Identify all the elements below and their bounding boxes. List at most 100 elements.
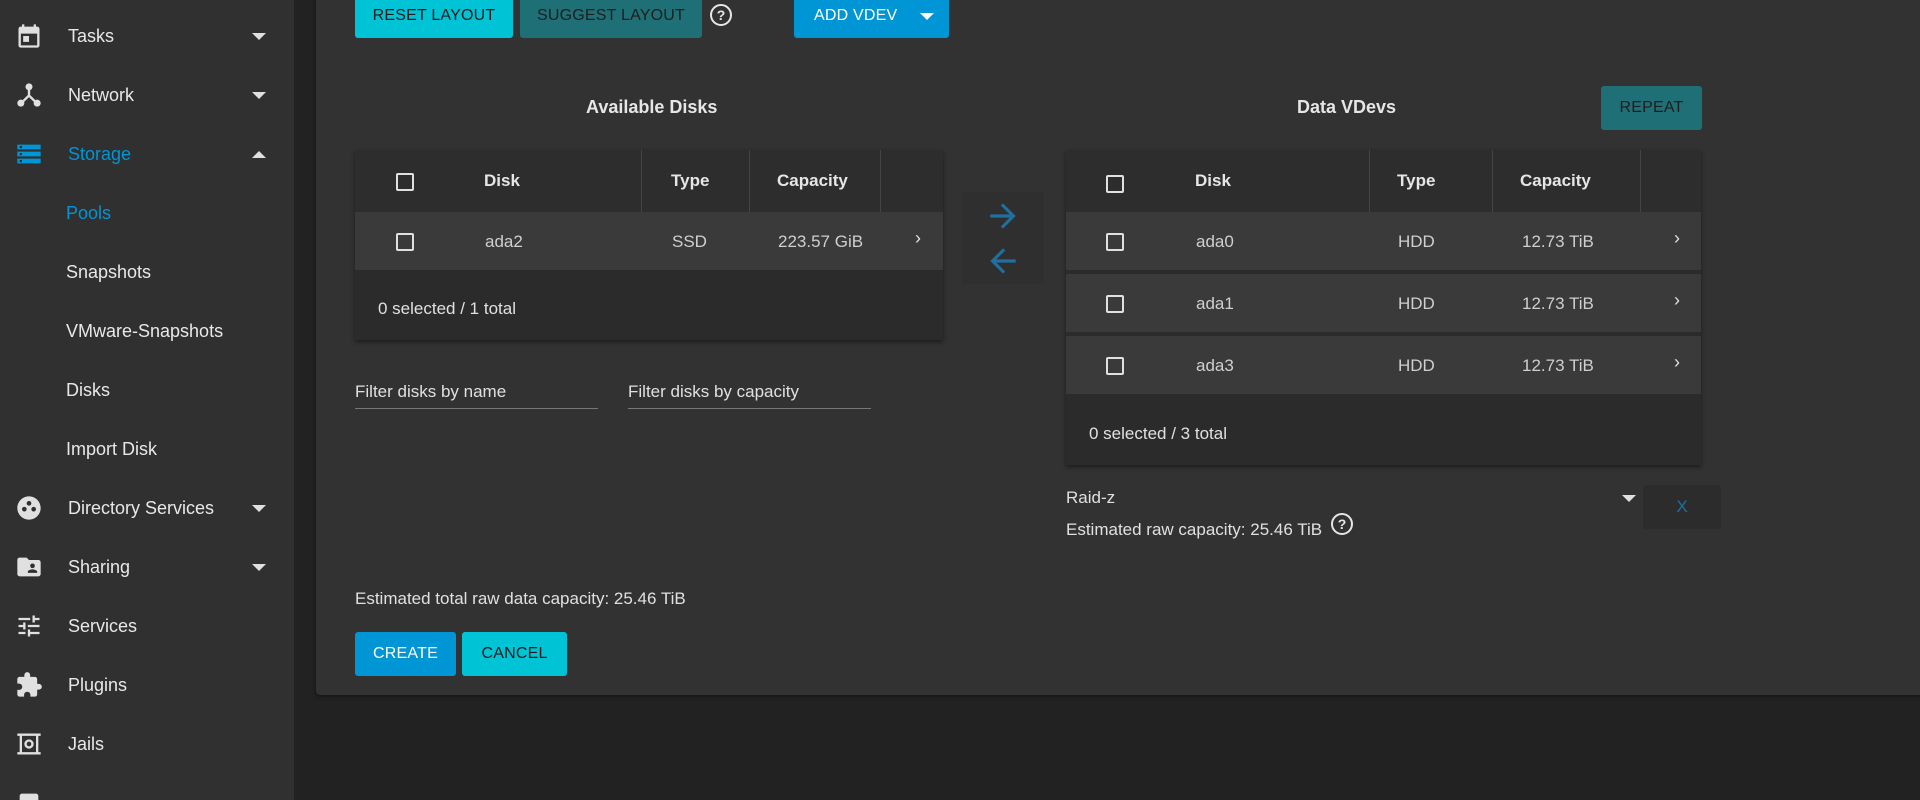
table-row[interactable]: ada0 HDD 12.73 TiB › [1066, 212, 1701, 272]
sidebar-item-directory-services[interactable]: Directory Services [0, 481, 294, 535]
disk-name: ada3 [1196, 356, 1234, 375]
help-icon[interactable]: ? [710, 4, 732, 26]
sidebar-sub-item-label: Disks [66, 379, 110, 400]
arrow-right-icon[interactable] [984, 197, 1022, 235]
suggest-layout-button[interactable]: SUGGEST LAYOUT [520, 0, 702, 38]
available-disks-title: Available Disks [586, 97, 718, 117]
header-disk[interactable]: Disk [484, 150, 520, 212]
header-capacity[interactable]: Capacity [777, 150, 848, 212]
disk-type: SSD [672, 232, 707, 251]
table-row[interactable]: ada3 HDD 12.73 TiB › [1066, 336, 1701, 396]
sidebar-item-label: Directory Services [68, 497, 215, 518]
column-divider [1369, 150, 1370, 212]
help-icon[interactable]: ? [1331, 513, 1353, 535]
sidebar: Tasks Network Storage Pools Snapshots VM… [0, 0, 294, 800]
data-vdevs-title: Data VDevs [1297, 97, 1397, 117]
header-disk[interactable]: Disk [1195, 150, 1231, 212]
sidebar-sub-item-label: VMware-Snapshots [66, 320, 224, 341]
column-divider [1492, 150, 1493, 212]
vdev-layout-select[interactable]: Raid-z [1066, 482, 1640, 512]
arrow-left-icon[interactable] [984, 242, 1022, 280]
disk-type: HDD [1398, 232, 1435, 251]
data-vdevs-table: Disk Type Capacity ada0 HDD 12.73 TiB › … [1066, 150, 1701, 465]
disk-capacity: 12.73 TiB [1522, 232, 1594, 251]
network-icon [14, 80, 44, 110]
sidebar-item-label: Plugins [68, 674, 128, 695]
sidebar-sub-item-import-disk[interactable]: Import Disk [0, 422, 294, 476]
reporting-icon [14, 788, 44, 800]
chevron-right-icon[interactable]: › [1674, 290, 1680, 311]
sidebar-sub-item-vmware-snapshots[interactable]: VMware-Snapshots [0, 304, 294, 358]
sidebar-item-label: Jails [68, 733, 105, 754]
header-capacity[interactable]: Capacity [1520, 150, 1591, 212]
select-all-checkbox[interactable] [396, 173, 414, 191]
disk-type: HDD [1398, 356, 1435, 375]
sidebar-sub-item-label: Pools [66, 202, 112, 223]
chevron-right-icon[interactable]: › [1674, 228, 1680, 249]
add-vdev-button[interactable]: ADD VDEV [794, 0, 949, 38]
chevron-down-icon [252, 32, 266, 40]
filter-by-name-input[interactable] [355, 375, 598, 409]
transfer-arrows [962, 192, 1044, 284]
header-type[interactable]: Type [671, 150, 709, 212]
sidebar-item-label: Services [68, 615, 138, 636]
row-checkbox[interactable] [1106, 357, 1124, 375]
chevron-right-icon[interactable]: › [1674, 352, 1680, 373]
disk-capacity: 12.73 TiB [1522, 356, 1594, 375]
column-divider [641, 150, 642, 212]
sidebar-item-network[interactable]: Network [0, 68, 294, 122]
sidebar-sub-item-label: Import Disk [66, 438, 158, 459]
header-type[interactable]: Type [1397, 150, 1435, 212]
sidebar-item-jails[interactable]: Jails [0, 717, 294, 771]
chevron-right-icon[interactable]: › [915, 228, 921, 249]
row-checkbox[interactable] [396, 233, 414, 251]
sidebar-item-storage[interactable]: Storage [0, 127, 294, 181]
cancel-button[interactable]: CANCEL [462, 632, 567, 676]
disk-capacity: 12.73 TiB [1522, 294, 1594, 313]
table-row[interactable]: ada1 HDD 12.73 TiB › [1066, 274, 1701, 334]
chevron-up-icon [252, 150, 266, 158]
calendar-icon [14, 21, 44, 51]
row-checkbox[interactable] [1106, 233, 1124, 251]
sidebar-item-partial[interactable] [0, 776, 294, 800]
select-all-checkbox[interactable] [1106, 175, 1124, 193]
services-sliders-icon [14, 611, 44, 641]
storage-icon [14, 139, 44, 169]
column-divider [880, 150, 881, 212]
sidebar-sub-item-snapshots[interactable]: Snapshots [0, 245, 294, 299]
estimated-total-capacity: Estimated total raw data capacity: 25.46… [355, 589, 686, 608]
directory-services-icon [14, 493, 44, 523]
row-checkbox[interactable] [1106, 295, 1124, 313]
reset-layout-button[interactable]: RESET LAYOUT [355, 0, 513, 38]
sidebar-item-sharing[interactable]: Sharing [0, 540, 294, 594]
table-footer: 0 selected / 3 total [1066, 403, 1701, 465]
chevron-down-icon [252, 504, 266, 512]
disk-type: HDD [1398, 294, 1435, 313]
chevron-down-icon[interactable] [920, 13, 934, 20]
sidebar-item-label: Tasks [68, 25, 115, 46]
repeat-button[interactable]: REPEAT [1601, 86, 1702, 130]
disk-name: ada1 [1196, 294, 1234, 313]
table-header: Disk Type Capacity [1066, 150, 1701, 212]
table-footer: 0 selected / 1 total [355, 278, 943, 340]
sharing-icon [14, 552, 44, 582]
remove-vdev-button[interactable]: X [1643, 485, 1721, 529]
sidebar-item-label: Sharing [68, 556, 131, 577]
jails-icon [14, 729, 44, 759]
create-button[interactable]: CREATE [355, 632, 456, 676]
sidebar-item-services[interactable]: Services [0, 599, 294, 653]
table-row[interactable]: ada2 SSD 223.57 GiB › [355, 212, 943, 272]
filter-by-capacity-input[interactable] [628, 375, 871, 409]
chevron-down-icon [252, 563, 266, 571]
sidebar-item-label: Network [68, 84, 135, 105]
sidebar-item-plugins[interactable]: Plugins [0, 658, 294, 712]
available-disks-table: Disk Type Capacity ada2 SSD 223.57 GiB ›… [355, 150, 943, 340]
chevron-down-icon [252, 91, 266, 99]
add-vdev-label: ADD VDEV [814, 7, 898, 24]
column-divider [1640, 150, 1641, 212]
sidebar-sub-item-pools[interactable]: Pools [0, 186, 294, 240]
estimated-raw-capacity: Estimated raw capacity: 25.46 TiB [1066, 520, 1323, 539]
sidebar-sub-item-disks[interactable]: Disks [0, 363, 294, 417]
sidebar-item-tasks[interactable]: Tasks [0, 9, 294, 63]
disk-capacity: 223.57 GiB [778, 232, 864, 251]
